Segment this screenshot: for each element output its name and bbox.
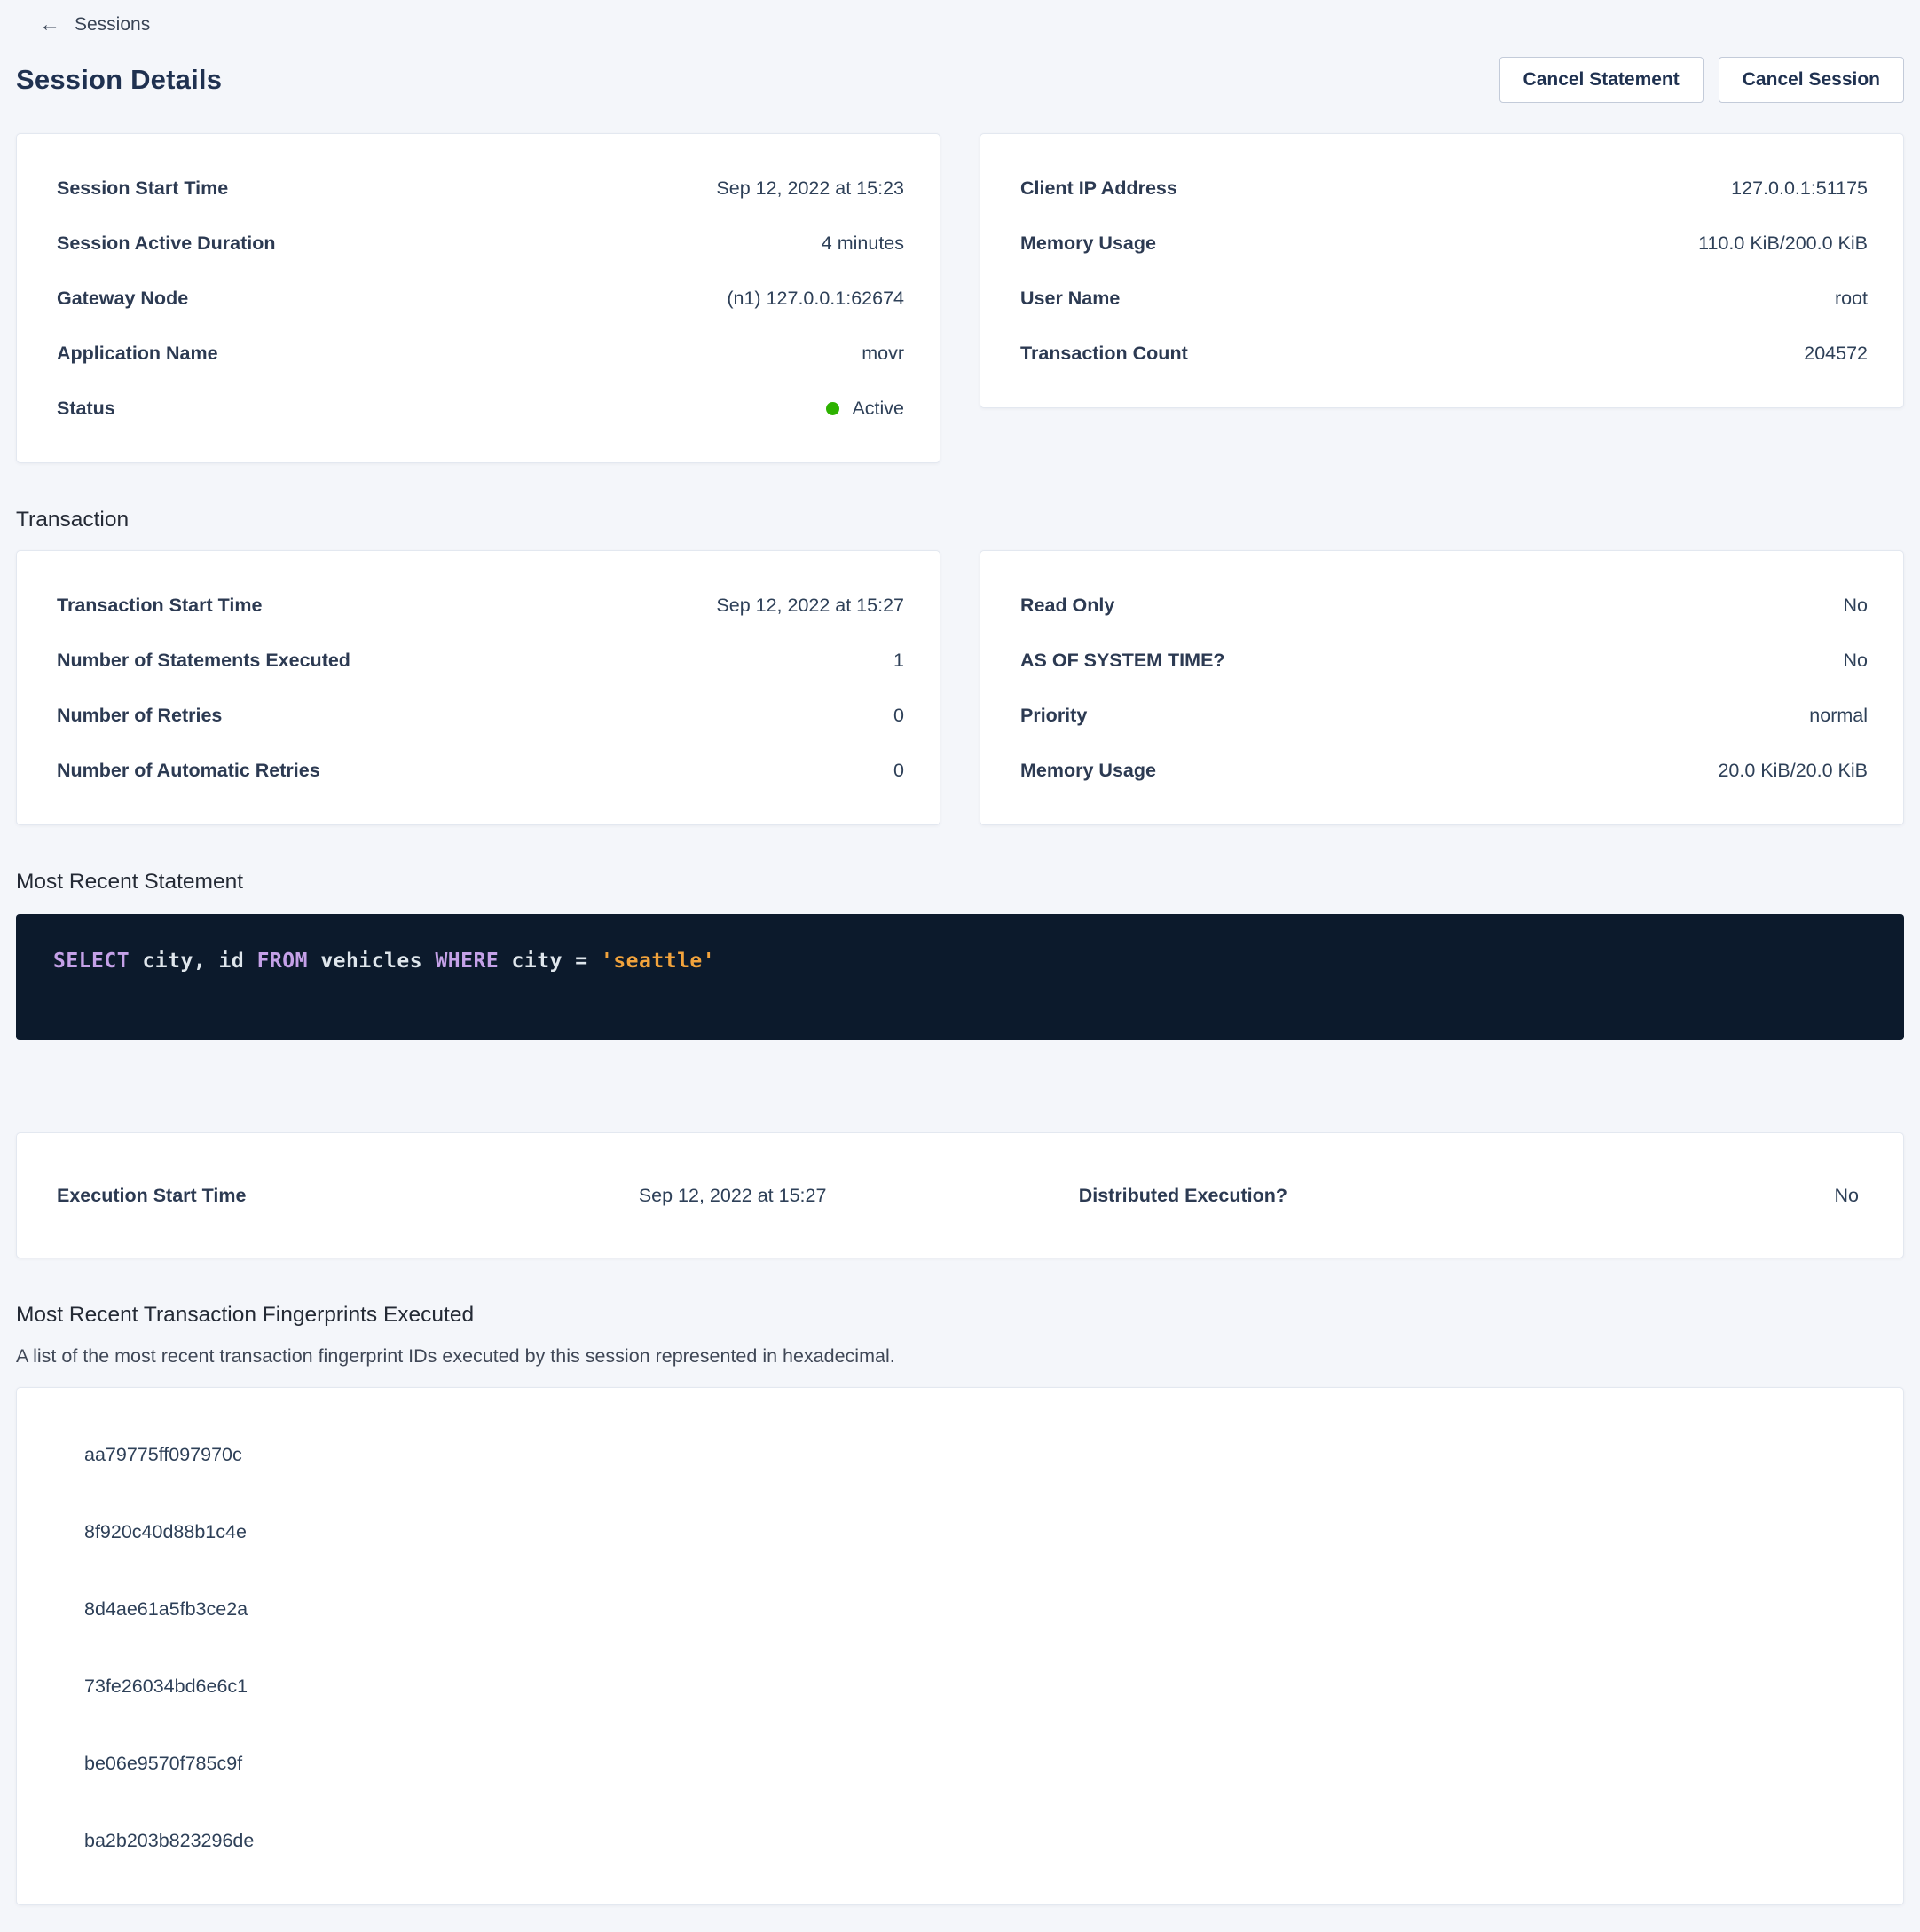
- execution-start-time-value: Sep 12, 2022 at 15:27: [508, 1185, 958, 1207]
- transaction-right-card: Read Only No AS OF SYSTEM TIME? No Prior…: [980, 550, 1904, 825]
- row-value: 20.0 KiB/20.0 KiB: [1718, 760, 1868, 782]
- sql-statement-box: SELECT city, id FROM vehicles WHERE city…: [16, 914, 1904, 1040]
- header-actions: Cancel Statement Cancel Session: [1499, 57, 1904, 103]
- sql-keyword: SELECT: [53, 950, 130, 973]
- row-value: movr: [862, 343, 904, 365]
- row-label: Client IP Address: [1020, 177, 1177, 200]
- sql-string-literal: 'seattle': [601, 950, 715, 973]
- page-title: Session Details: [16, 64, 222, 96]
- breadcrumb-back-sessions[interactable]: ← Sessions: [16, 9, 150, 35]
- transaction-section-heading: Transaction: [16, 508, 1904, 532]
- distributed-execution-label: Distributed Execution?: [958, 1185, 1409, 1207]
- client-info-card: Client IP Address 127.0.0.1:51175 Memory…: [980, 133, 1904, 408]
- row-value: root: [1835, 288, 1868, 310]
- most-recent-statement-heading: Most Recent Statement: [16, 870, 1904, 895]
- row-label: Memory Usage: [1020, 233, 1156, 255]
- sql-keyword: WHERE: [435, 950, 499, 973]
- row-value: 0: [893, 705, 904, 727]
- fingerprint-item: 73fe26034bd6e6c1: [17, 1648, 1903, 1725]
- row-label: Memory Usage: [1020, 760, 1156, 782]
- row-label: AS OF SYSTEM TIME?: [1020, 650, 1225, 672]
- row-label: Gateway Node: [57, 288, 188, 310]
- row-value: Sep 12, 2022 at 15:27: [716, 595, 904, 617]
- distributed-execution-value: No: [1408, 1185, 1859, 1207]
- row-label: Application Name: [57, 343, 218, 365]
- status-badge: Active: [826, 398, 904, 420]
- row-value: No: [1844, 595, 1868, 617]
- row-label: Number of Statements Executed: [57, 650, 350, 672]
- row-label: User Name: [1020, 288, 1120, 310]
- status-text: Active: [852, 398, 904, 420]
- row-label: Status: [57, 398, 115, 420]
- row-as-of-system-time: AS OF SYSTEM TIME? No: [1020, 633, 1868, 688]
- row-transaction-count: Transaction Count 204572: [1020, 326, 1868, 381]
- row-number-of-retries: Number of Retries 0: [57, 688, 904, 743]
- row-value: 110.0 KiB/200.0 KiB: [1698, 233, 1868, 255]
- row-session-active-duration: Session Active Duration 4 minutes: [57, 216, 904, 271]
- fingerprints-description: A list of the most recent transaction fi…: [16, 1345, 1904, 1368]
- fingerprint-item: aa79775ff097970c: [17, 1416, 1903, 1494]
- session-details-page: ← Sessions Session Details Cancel Statem…: [0, 0, 1920, 1932]
- row-label: Number of Automatic Retries: [57, 760, 320, 782]
- row-memory-usage: Memory Usage 110.0 KiB/200.0 KiB: [1020, 216, 1868, 271]
- sql-text: city =: [499, 950, 601, 973]
- row-read-only: Read Only No: [1020, 578, 1868, 633]
- transaction-grid: Transaction Start Time Sep 12, 2022 at 1…: [16, 550, 1904, 825]
- row-automatic-retries: Number of Automatic Retries 0: [57, 743, 904, 798]
- row-session-start-time: Session Start Time Sep 12, 2022 at 15:23: [57, 161, 904, 216]
- arrow-left-icon: ←: [39, 14, 60, 35]
- row-gateway-node: Gateway Node (n1) 127.0.0.1:62674: [57, 271, 904, 326]
- session-summary-grid: Session Start Time Sep 12, 2022 at 15:23…: [16, 133, 1904, 463]
- row-value: 204572: [1804, 343, 1868, 365]
- gateway-node-link[interactable]: (n1) 127.0.0.1:62674: [727, 288, 904, 310]
- session-info-card: Session Start Time Sep 12, 2022 at 15:23…: [16, 133, 940, 463]
- row-priority: Priority normal: [1020, 688, 1868, 743]
- row-value: Sep 12, 2022 at 15:23: [716, 177, 904, 200]
- row-transaction-start-time: Transaction Start Time Sep 12, 2022 at 1…: [57, 578, 904, 633]
- fingerprints-section-heading: Most Recent Transaction Fingerprints Exe…: [16, 1303, 1904, 1328]
- fingerprints-card: aa79775ff097970c 8f920c40d88b1c4e 8d4ae6…: [16, 1387, 1904, 1905]
- row-value: 1: [893, 650, 904, 672]
- sql-keyword: FROM: [257, 950, 308, 973]
- breadcrumb-label: Sessions: [75, 14, 150, 35]
- execution-start-time-label: Execution Start Time: [57, 1185, 508, 1207]
- row-value: 127.0.0.1:51175: [1731, 177, 1868, 200]
- row-value: 4 minutes: [822, 233, 904, 255]
- row-value: normal: [1809, 705, 1868, 727]
- row-label: Session Start Time: [57, 177, 228, 200]
- fingerprint-item: 8d4ae61a5fb3ce2a: [17, 1571, 1903, 1648]
- cancel-session-button[interactable]: Cancel Session: [1719, 57, 1904, 103]
- cancel-statement-button[interactable]: Cancel Statement: [1499, 57, 1704, 103]
- row-txn-memory-usage: Memory Usage 20.0 KiB/20.0 KiB: [1020, 743, 1868, 798]
- fingerprint-item: 8f920c40d88b1c4e: [17, 1494, 1903, 1571]
- sql-text: vehicles: [308, 950, 435, 973]
- row-value: No: [1844, 650, 1868, 672]
- sql-statement-code: SELECT city, id FROM vehicles WHERE city…: [53, 950, 1867, 973]
- row-label: Number of Retries: [57, 705, 222, 727]
- row-status: Status Active: [57, 381, 904, 436]
- page-header: Session Details Cancel Statement Cancel …: [16, 57, 1904, 103]
- fingerprint-item: be06e9570f785c9f: [17, 1725, 1903, 1802]
- row-user-name: User Name root: [1020, 271, 1868, 326]
- row-label: Transaction Count: [1020, 343, 1188, 365]
- status-active-dot-icon: [826, 402, 839, 415]
- transaction-left-card: Transaction Start Time Sep 12, 2022 at 1…: [16, 550, 940, 825]
- fingerprint-item: ba2b203b823296de: [17, 1802, 1903, 1880]
- row-label: Transaction Start Time: [57, 595, 262, 617]
- row-application-name: Application Name movr: [57, 326, 904, 381]
- row-label: Priority: [1020, 705, 1087, 727]
- sql-text: city, id: [130, 950, 256, 973]
- execution-info-card: Execution Start Time Sep 12, 2022 at 15:…: [16, 1132, 1904, 1258]
- row-client-ip-address: Client IP Address 127.0.0.1:51175: [1020, 161, 1868, 216]
- row-label: Read Only: [1020, 595, 1114, 617]
- row-label: Session Active Duration: [57, 233, 276, 255]
- row-statements-executed: Number of Statements Executed 1: [57, 633, 904, 688]
- row-value: 0: [893, 760, 904, 782]
